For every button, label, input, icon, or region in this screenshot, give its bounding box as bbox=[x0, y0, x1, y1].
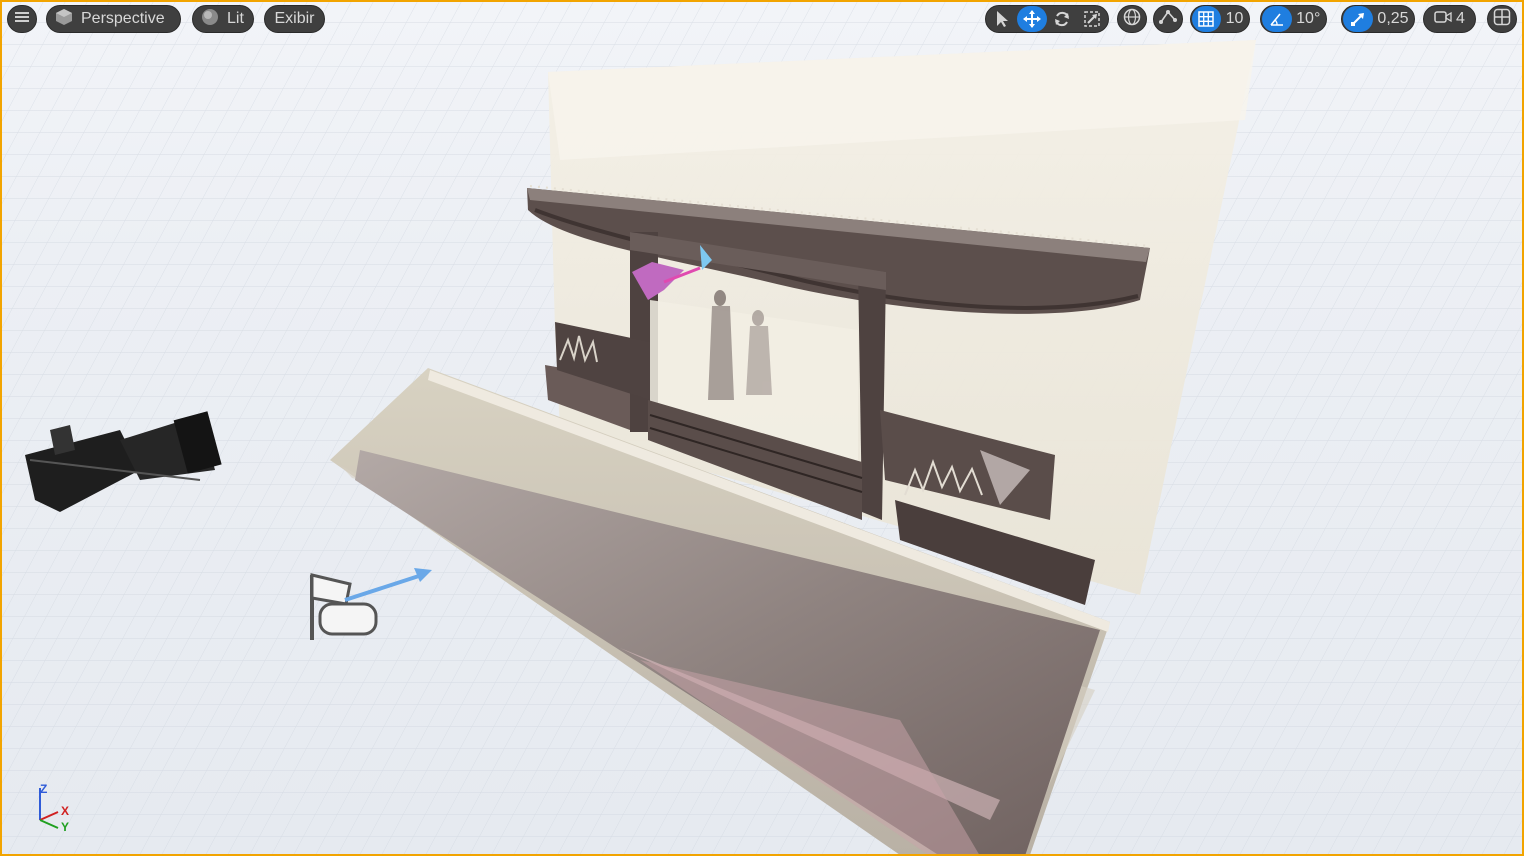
scene bbox=[0, 0, 1524, 856]
grid-icon bbox=[1198, 11, 1215, 27]
perspective-label: Perspective bbox=[81, 10, 165, 27]
lit-button[interactable]: Lit bbox=[192, 5, 254, 33]
surface-snap-button[interactable] bbox=[1153, 5, 1183, 33]
select-arrow-icon[interactable] bbox=[987, 6, 1017, 32]
scale-icon[interactable] bbox=[1077, 6, 1107, 32]
axis-gizmo: Z X Y bbox=[30, 780, 80, 840]
scale-snap-toggle[interactable] bbox=[1343, 6, 1373, 32]
world-local-toggle[interactable] bbox=[1117, 5, 1147, 33]
grid-snap-group: 10 bbox=[1190, 5, 1250, 33]
cube-icon bbox=[55, 8, 75, 31]
globe-icon bbox=[1123, 8, 1141, 31]
video-camera-icon bbox=[1434, 10, 1452, 29]
grid-snap-toggle[interactable] bbox=[1192, 6, 1221, 32]
rotate-icon[interactable] bbox=[1047, 6, 1077, 32]
level-viewport[interactable]: Perspective Lit Exibir 10 10° 0,25 4 Z X… bbox=[0, 0, 1524, 856]
viewport-options-button[interactable] bbox=[7, 5, 37, 33]
scale-snap-group: 0,25 bbox=[1341, 5, 1415, 33]
scale-snap-value[interactable]: 0,25 bbox=[1373, 6, 1413, 32]
show-label: Exibir bbox=[274, 10, 315, 27]
axis-x-label: X bbox=[61, 804, 70, 818]
move-icon[interactable] bbox=[1017, 6, 1047, 32]
sphere-icon bbox=[201, 8, 221, 31]
camera-speed-button[interactable]: 4 bbox=[1423, 5, 1476, 33]
viewport-layout-icon bbox=[1493, 8, 1511, 31]
hamburger-icon bbox=[15, 10, 29, 28]
perspective-button[interactable]: Perspective bbox=[46, 5, 181, 33]
viewport-layout-button[interactable] bbox=[1487, 5, 1517, 33]
axis-y-label: Y bbox=[61, 820, 70, 834]
rotation-snap-toggle[interactable] bbox=[1262, 6, 1292, 32]
axis-z-label: Z bbox=[40, 782, 48, 796]
surface-snap-icon bbox=[1159, 8, 1177, 31]
rotation-snap-value[interactable]: 10° bbox=[1292, 6, 1325, 32]
camera-speed-value: 4 bbox=[1456, 10, 1465, 27]
rotation-snap-group: 10° bbox=[1260, 5, 1327, 33]
transform-tools-group bbox=[985, 5, 1109, 33]
scale-snap-icon bbox=[1351, 13, 1364, 26]
grid-snap-value[interactable]: 10 bbox=[1221, 6, 1248, 32]
lit-label: Lit bbox=[227, 10, 244, 27]
show-button[interactable]: Exibir bbox=[264, 5, 325, 33]
angle-icon bbox=[1270, 13, 1283, 26]
